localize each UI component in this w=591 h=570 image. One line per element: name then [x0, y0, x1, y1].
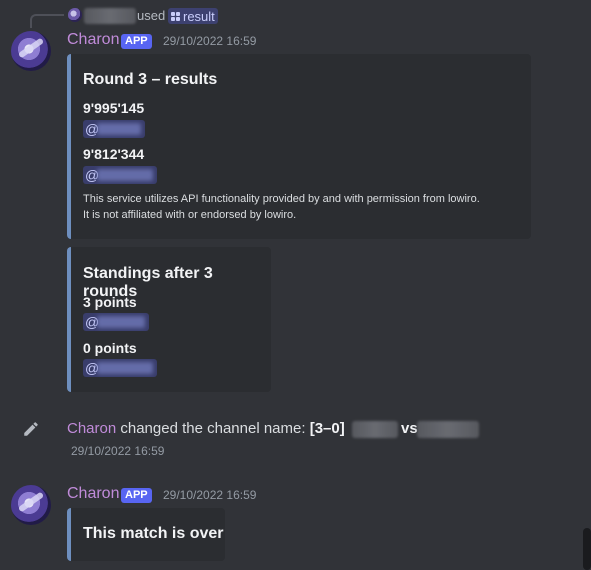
- system-author[interactable]: Charon: [67, 420, 116, 437]
- app-badge: APP: [121, 488, 152, 503]
- field-points-1: 3 points: [83, 294, 137, 310]
- reply-spine: [30, 14, 64, 28]
- results-embed: Round 3 – results 9'995'145 @ 9'812'344 …: [67, 54, 531, 239]
- system-text: changed the channel name:: [120, 420, 306, 437]
- command-name-link[interactable]: result: [168, 8, 218, 24]
- message-author[interactable]: Charon: [67, 485, 119, 503]
- standings-embed: Standings after 3 rounds 3 points @ 0 po…: [67, 247, 271, 392]
- scrollbar[interactable]: [583, 528, 591, 570]
- user-mention-2[interactable]: @: [83, 166, 157, 184]
- embed-title: This match is over: [83, 525, 224, 542]
- versus-text: vs: [401, 420, 418, 437]
- channel-score: [3–0]: [309, 420, 345, 437]
- embed-footer-line-2: It is not affiliated with or endorsed by…: [83, 209, 297, 221]
- user-mention-4[interactable]: @: [83, 359, 157, 377]
- bot-avatar[interactable]: [11, 485, 51, 525]
- player-2-redacted: [417, 421, 479, 438]
- match-over-embed: This match is over: [67, 508, 225, 561]
- command-user-name-redacted[interactable]: [84, 8, 136, 24]
- command-used-text: used: [137, 8, 166, 23]
- field-score-1: 9'995'145: [83, 100, 145, 116]
- user-mention-1[interactable]: @: [83, 120, 145, 138]
- slash-command-icon: [171, 11, 180, 21]
- player-1-redacted: [352, 421, 398, 438]
- message-author[interactable]: Charon: [67, 31, 119, 49]
- bot-avatar[interactable]: [11, 31, 51, 71]
- system-timestamp[interactable]: 29/10/2022 16:59: [71, 444, 164, 458]
- message-timestamp[interactable]: 29/10/2022 16:59: [163, 34, 256, 48]
- message-timestamp[interactable]: 29/10/2022 16:59: [163, 488, 256, 502]
- channel-rename-message: Charon changed the channel name: [3–0]: [67, 420, 345, 437]
- pencil-icon: [24, 422, 38, 436]
- command-user-avatar[interactable]: [68, 8, 82, 22]
- field-score-2: 9'812'344: [83, 146, 145, 162]
- user-mention-3[interactable]: @: [83, 313, 149, 331]
- field-points-2: 0 points: [83, 340, 137, 356]
- embed-footer-line-1: This service utilizes API functionality …: [83, 193, 480, 205]
- command-name-label: result: [183, 8, 215, 24]
- app-badge: APP: [121, 34, 152, 49]
- embed-title: Round 3 – results: [83, 71, 218, 88]
